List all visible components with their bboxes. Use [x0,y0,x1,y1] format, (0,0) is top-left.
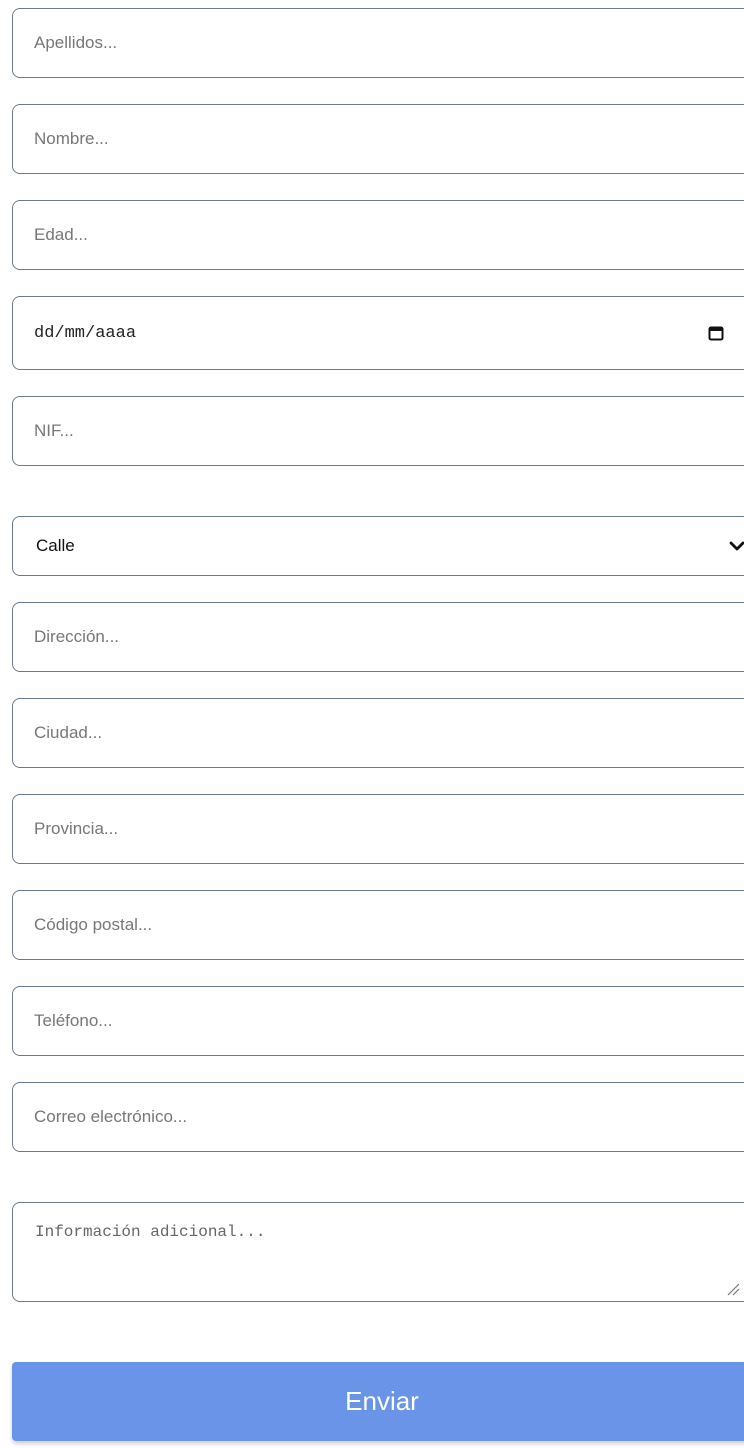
nif-input[interactable] [12,396,744,466]
edad-input[interactable] [12,200,744,270]
fecha-nacimiento-input[interactable]: dd/mm/aaaa [12,296,744,370]
ciudad-input[interactable] [12,698,744,768]
telefono-input[interactable] [12,986,744,1056]
resize-handle-icon[interactable] [726,1282,740,1296]
calendar-icon[interactable] [708,325,724,341]
tipo-via-select[interactable]: Calle [12,516,744,576]
nombre-input[interactable] [12,104,744,174]
select-value: Calle [36,536,75,555]
informacion-adicional-textarea[interactable] [12,1202,744,1302]
chevron-down-icon [729,541,744,551]
apellidos-input[interactable] [12,8,744,78]
date-placeholder-text: dd/mm/aaaa [34,323,137,343]
codigo-postal-input[interactable] [12,890,744,960]
provincia-input[interactable] [12,794,744,864]
enviar-button[interactable]: Enviar [12,1362,744,1441]
direccion-input[interactable] [12,602,744,672]
correo-input[interactable] [12,1082,744,1152]
